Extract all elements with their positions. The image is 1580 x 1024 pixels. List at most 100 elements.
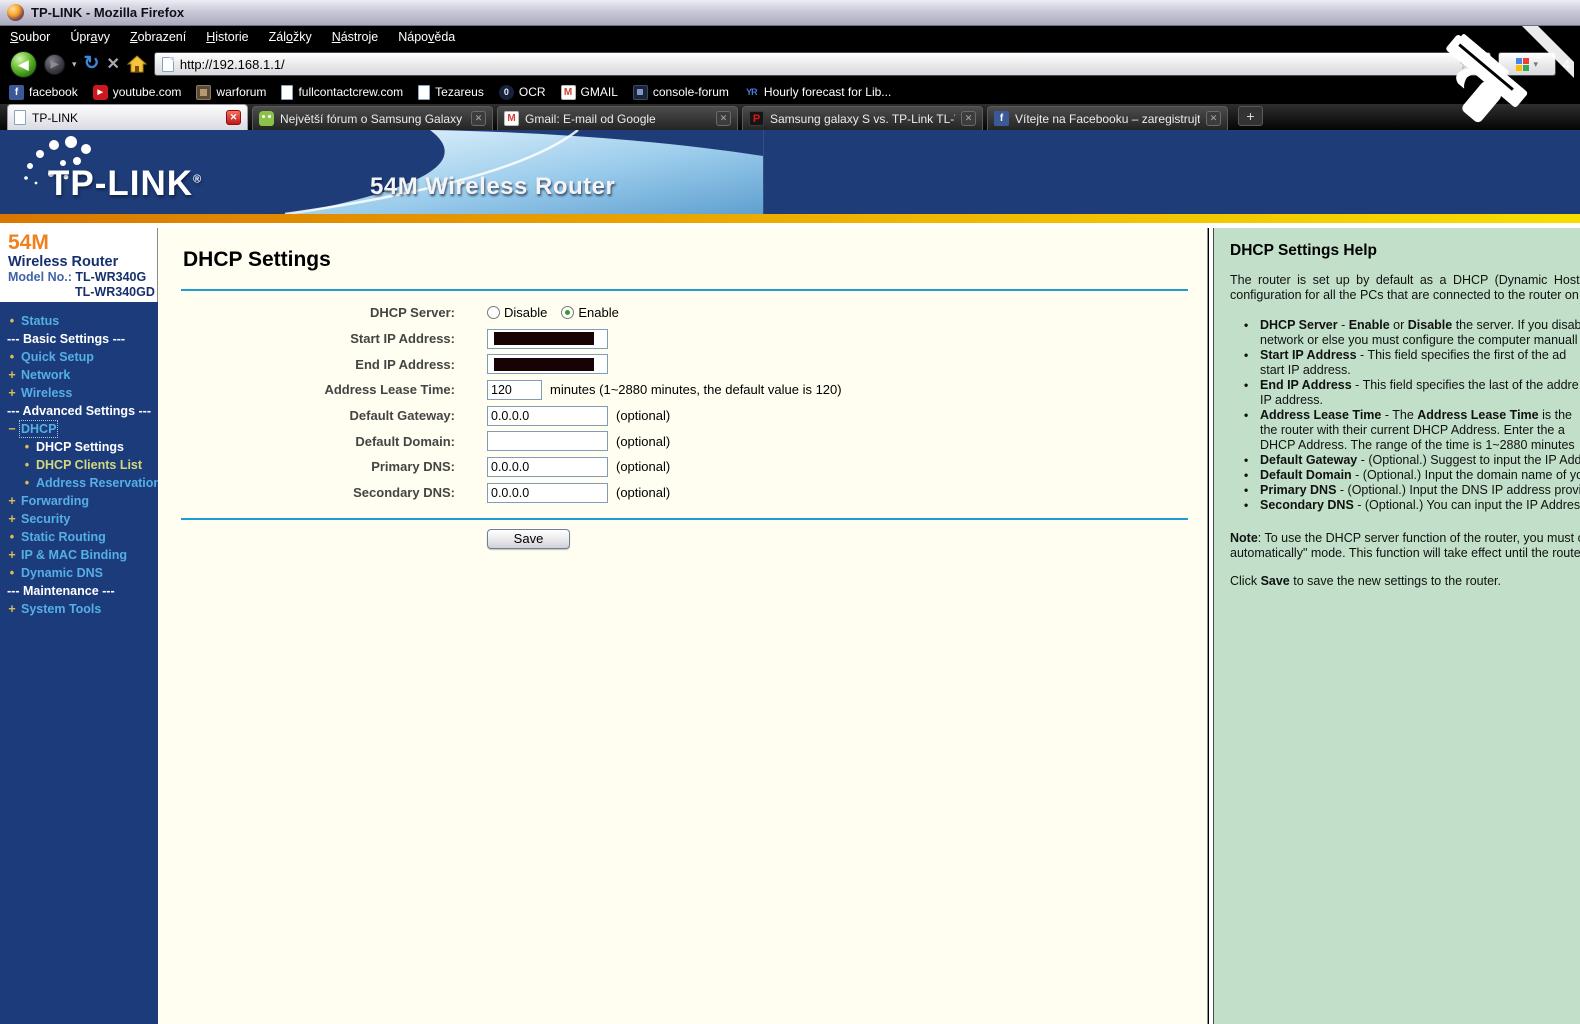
sidebar-item-label: IP & MAC Binding [21, 548, 128, 562]
bookmark-fullcontactcrew-com[interactable]: fullcontactcrew.com [281, 84, 403, 100]
search-box[interactable]: ▾ [1497, 52, 1556, 76]
banner-subtitle: 54M Wireless Router [370, 173, 616, 200]
default-gateway-input[interactable]: 0.0.0.0 [487, 405, 608, 426]
bookmark-ocr[interactable]: OCR [498, 84, 546, 100]
sidebar-item-label: Forwarding [21, 494, 90, 508]
reload-button[interactable]: ↻ [84, 54, 100, 74]
close-tab-icon[interactable]: ✕ [226, 110, 241, 125]
sidebar-item-label: DHCP Clients List [36, 458, 143, 472]
menu-historie[interactable]: Historie [206, 30, 248, 44]
back-button[interactable]: ◀ [10, 50, 37, 78]
sidebar-item-quick-setup[interactable]: • Quick Setup [0, 348, 158, 366]
sidebar-item-system-tools[interactable]: + System Tools [0, 600, 158, 618]
menu-zalozky[interactable]: Záložky [269, 30, 312, 44]
sidebar-item-marker-icon: + [8, 602, 16, 616]
sidebar-item-wireless[interactable]: + Wireless [0, 384, 158, 402]
sidebar-item-marker-icon: + [8, 512, 16, 526]
home-button[interactable] [126, 55, 148, 73]
help-bullet-line: Primary DNS - (Optional.) Input the DNS … [1260, 483, 1580, 498]
window-titlebar[interactable]: TP-LINK - Mozilla Firefox [0, 0, 1580, 26]
bookmark-warforum[interactable]: warforum [196, 84, 266, 100]
menu-zobrazeni[interactable]: Zobrazení [130, 30, 186, 44]
close-tab-icon[interactable]: ✕ [1206, 111, 1221, 126]
default-domain-hint: (optional) [616, 433, 671, 449]
menu-napoveda[interactable]: Nápověda [398, 30, 455, 44]
sidebar-item-marker-icon: • [24, 440, 30, 454]
bullet-icon: • [1244, 348, 1249, 362]
bookmark-gmail[interactable]: GMAIL [560, 84, 618, 100]
ocr-icon [498, 84, 514, 100]
help-title: DHCP Settings Help [1230, 242, 1377, 259]
sidebar-item-ip-mac-binding[interactable]: + IP & MAC Binding [0, 546, 158, 564]
start-ip-address-input[interactable] [487, 328, 608, 349]
url-dropdown-icon[interactable]: ▾ [1478, 59, 1483, 70]
sidebar-item-dhcp-clients-list[interactable]: • DHCP Clients List [0, 456, 158, 474]
sidebar-item-status[interactable]: • Status [0, 312, 158, 330]
tab-nejv-t-f-rum-o-samsung-galaxy-s-a-s[interactable]: Největší fórum o Samsung Galaxy S a S...… [252, 106, 493, 130]
menu-soubor[interactable]: Soubor [10, 30, 50, 44]
tab-gmail-e-mail-od-google[interactable]: Gmail: E-mail od Google ✕ [497, 106, 738, 130]
navigation-toolbar: ◀ ▶ ▾ ↻ ✕ http://192.168.1.1/ ☆ ▾ ▾ 4 [0, 48, 1580, 80]
primary-dns-input[interactable]: 0.0.0.0 [487, 456, 608, 477]
bookmark-hourly-forecast-for-lib[interactable]: Hourly forecast for Lib... [744, 85, 891, 100]
bookmark-star-icon[interactable]: ☆ [1459, 55, 1472, 73]
help-term: Save [1260, 574, 1290, 588]
tab-samsung-galaxy-s-vs-tp-link-tl-wr34[interactable]: Samsung galaxy S vs. TP-Link TL-WR34... ✕ [742, 106, 983, 130]
bookmarks-toolbar: facebook youtube.com warforum fullcontactcr… [0, 80, 1580, 104]
bookmark-console-forum[interactable]: console-forum [632, 84, 729, 100]
redacted-value [494, 357, 594, 371]
search-engine-dropdown-icon[interactable]: ▾ [1534, 59, 1539, 70]
search-extra-text: 4 [1562, 56, 1570, 72]
dhcp-server-label: DHCP Server: [369, 305, 455, 321]
bookmark-youtube-com[interactable]: youtube.com [92, 84, 181, 100]
menu-accesskey: o [285, 30, 293, 44]
new-tab-button[interactable]: + [1238, 105, 1263, 126]
sidebar-item-network[interactable]: + Network [0, 366, 158, 384]
close-tab-icon[interactable]: ✕ [716, 111, 731, 126]
help-text: start IP address. [1260, 363, 1351, 377]
default-domain-input[interactable] [487, 431, 608, 452]
sidebar-item-dhcp[interactable]: − DHCP [0, 420, 158, 438]
tplink-logo: TP-LINK® [48, 164, 203, 203]
sidebar-item-dhcp-settings[interactable]: • DHCP Settings [0, 438, 158, 456]
close-tab-icon[interactable]: ✕ [471, 111, 486, 126]
secondary-dns-input[interactable]: 0.0.0.0 [487, 482, 608, 503]
page2-icon [418, 84, 431, 100]
address-lease-time-input[interactable]: 120 [487, 379, 542, 400]
form-control: 120 minutes (1~2880 minutes, the default … [487, 379, 842, 400]
sidebar-item-security[interactable]: + Security [0, 510, 158, 528]
menu-upravy[interactable]: Úpravy [70, 30, 110, 44]
bookmark-tezareus[interactable]: Tezareus [418, 84, 484, 100]
sidebar-item-marker-icon: + [8, 494, 16, 508]
help-bullet-line: DHCP Server - Enable or Disable the serv… [1260, 318, 1580, 333]
help-bullet-line: start IP address. [1260, 363, 1580, 378]
menu-nastroje[interactable]: Nástroje [332, 30, 379, 44]
disable-radio[interactable] [487, 306, 500, 320]
sidebar-item-marker-icon: • [24, 458, 30, 472]
tab-v-tejte-na-facebooku-zaregistrujte-se[interactable]: Vítejte na Facebooku – zaregistrujte se.… [987, 106, 1228, 130]
end-ip-address-input[interactable] [487, 354, 608, 375]
sidebar-item-dynamic-dns[interactable]: • Dynamic DNS [0, 564, 158, 582]
close-tab-icon[interactable]: ✕ [961, 111, 976, 126]
menu-label-pre: Nápo [398, 30, 429, 44]
help-text: Click [1230, 574, 1261, 588]
url-text[interactable]: http://192.168.1.1/ [180, 57, 1453, 72]
stop-button[interactable]: ✕ [106, 54, 119, 74]
help-term: Default Domain [1260, 468, 1352, 482]
bookmark-facebook[interactable]: facebook [9, 84, 78, 100]
sidebar-item-forwarding[interactable]: + Forwarding [0, 492, 158, 510]
sidebar-item-address-reservation[interactable]: • Address Reservation [0, 474, 161, 492]
url-bar[interactable]: http://192.168.1.1/ ☆ ▾ [153, 52, 1491, 76]
help-text: : To use the DHCP server function of the… [1257, 531, 1580, 545]
forward-button[interactable]: ▶ [44, 53, 65, 75]
history-dropdown-icon[interactable]: ▾ [72, 59, 77, 70]
help-bullet-line: IP address. [1260, 393, 1580, 408]
enable-radio[interactable] [561, 306, 575, 320]
tab-tp-link[interactable]: TP-LINK ✕ [7, 104, 248, 130]
save-button[interactable]: Save [487, 528, 570, 549]
tab-title: Vítejte na Facebooku – zaregistrujte se.… [1015, 111, 1200, 126]
help-text: IP address. [1260, 393, 1324, 407]
home-icon [126, 55, 148, 73]
help-bullet-line: network or else you must configure the c… [1260, 333, 1580, 348]
sidebar-item-static-routing[interactable]: • Static Routing [0, 528, 158, 546]
